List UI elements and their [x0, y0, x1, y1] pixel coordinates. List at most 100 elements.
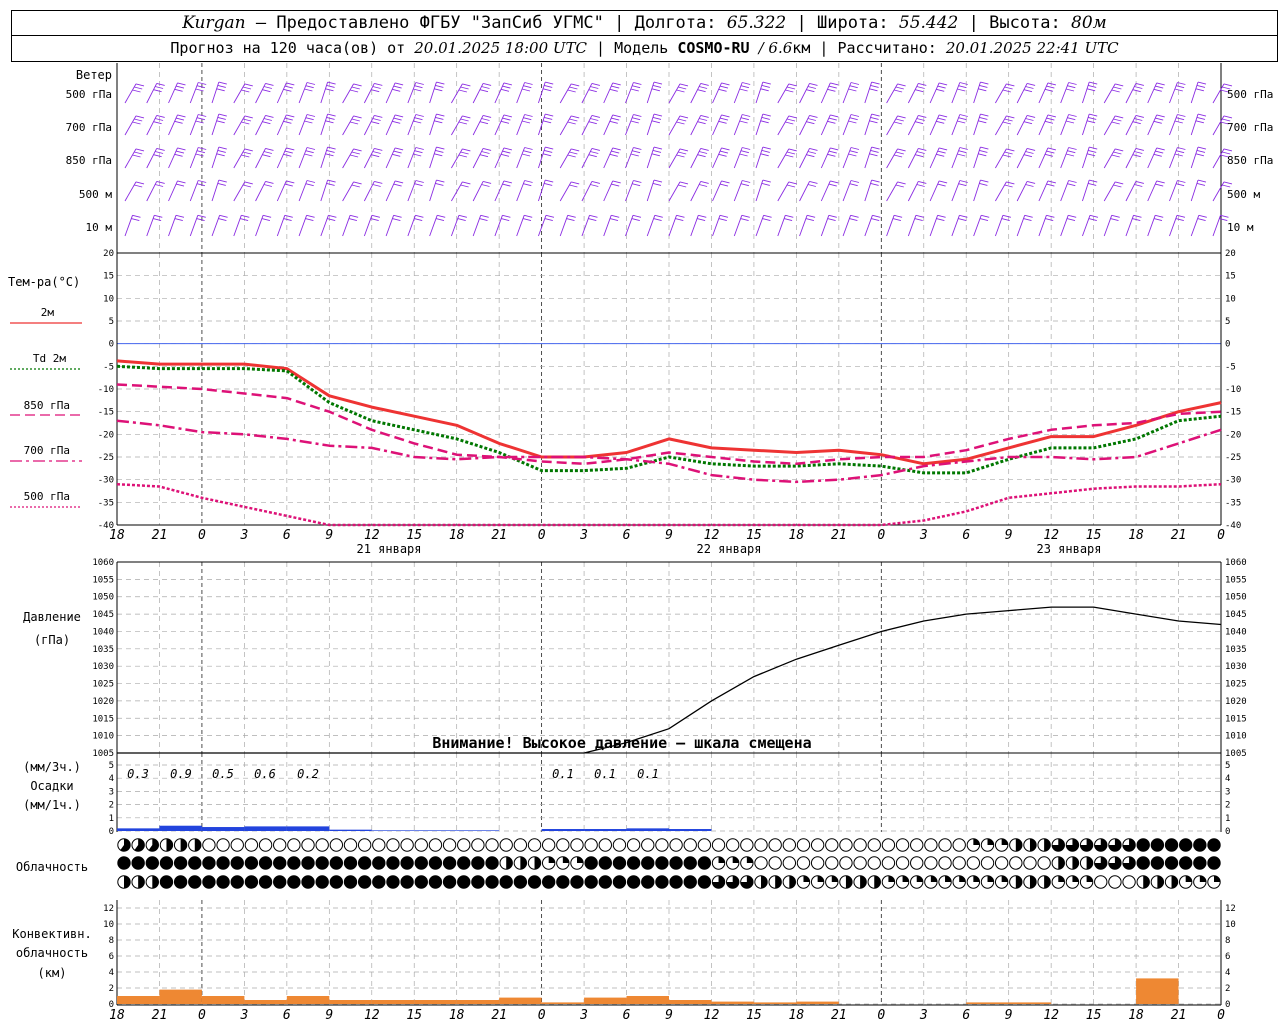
convective-tick-label: 6 — [109, 952, 114, 962]
wind-barb-feather — [828, 183, 837, 187]
cloud-fill-partial — [718, 856, 725, 863]
wind-barb-feather — [1197, 146, 1207, 150]
wind-barb-feather — [242, 86, 252, 90]
cloud-fill-full — [415, 856, 428, 870]
wind-barb-feather — [786, 118, 796, 122]
wind-barb-feather — [698, 86, 708, 89]
wind-barb-feather — [545, 146, 554, 150]
wind-barb-feather — [415, 214, 424, 218]
wind-barb-feather — [936, 88, 945, 92]
wind-barb-feather — [700, 147, 709, 151]
wind-barb-feather — [678, 118, 687, 122]
wind-barb-feather — [435, 182, 444, 186]
wind-barb-feather — [135, 83, 145, 87]
pressure-tick-label-right: 1060 — [1225, 558, 1247, 568]
wind-barb-feather — [523, 183, 532, 187]
wind-barb-feather — [152, 218, 162, 222]
wind-barb-feather — [1025, 151, 1034, 154]
wind-barb-feather — [177, 147, 186, 151]
wind-barb-feather — [481, 118, 490, 121]
wind-barb-feather — [1089, 113, 1098, 117]
wind-barb-feather — [762, 146, 771, 150]
wind-barb-feather — [263, 184, 273, 187]
wind-barb-feather — [1086, 88, 1096, 92]
pressure-tick-label: 1030 — [92, 662, 114, 672]
wind-barb-feather — [1025, 184, 1034, 187]
wind-barb-feather — [392, 88, 401, 92]
wind-barb — [1190, 113, 1199, 136]
cloud-fill-full — [599, 875, 612, 889]
cloud-fill-full — [429, 875, 442, 889]
cloud-fill-full — [669, 875, 683, 889]
wind-barb-feather — [1153, 153, 1162, 157]
wind-barb-feather — [697, 89, 706, 93]
precip-total-label: 0.2 — [297, 767, 319, 781]
hour-label-bottom: 21 — [1171, 1008, 1187, 1023]
cloud-fill-partial — [973, 875, 980, 882]
precip-bar — [414, 830, 457, 831]
wind-barb-feather — [305, 150, 314, 154]
wind-barb — [429, 113, 437, 136]
cloud-fill-partial — [1086, 875, 1093, 882]
hour-label-top: 21 — [152, 528, 168, 543]
wind-barb-feather — [542, 153, 552, 157]
cloud-circle — [626, 838, 641, 852]
temperature-tick-label-right: -5 — [1225, 362, 1236, 372]
wind-barb-feather — [156, 180, 165, 184]
wind-barb-feather — [1006, 148, 1015, 152]
precip-bar — [371, 830, 415, 831]
wind-barb-feather — [460, 118, 469, 122]
cloud-fill-full — [415, 875, 428, 889]
wind-barb-feather — [788, 115, 797, 119]
wind-barb — [1190, 81, 1199, 104]
hour-label-bottom: 15 — [406, 1008, 422, 1023]
hour-label-bottom: 12 — [364, 1008, 380, 1023]
wind-barb-feather — [1088, 218, 1097, 222]
wind-barb-feather — [566, 218, 575, 222]
convective-bar — [117, 996, 160, 1004]
cloud-fill-full — [131, 856, 145, 870]
cloud-circle — [541, 838, 556, 852]
wind-barb-feather — [265, 180, 274, 184]
wind-barb-feather — [156, 114, 165, 118]
wind-barb-feather — [414, 218, 423, 222]
wind-barb-feather — [590, 184, 599, 187]
cloud-fill-partial — [1143, 875, 1150, 889]
wind-barb-feather — [524, 180, 533, 183]
wind-barb-feather — [653, 81, 663, 85]
cloud-fill-full — [330, 875, 343, 889]
wind-barb — [1082, 113, 1090, 136]
wind-barb — [755, 146, 764, 169]
wind-level-10m: 10 м — [86, 221, 113, 234]
wind-barb-feather — [1198, 214, 1207, 218]
wind-barb-feather — [1023, 121, 1033, 125]
wind-barb-feather — [938, 180, 948, 184]
wind-barb-feather — [284, 183, 293, 187]
wind-barb-feather — [1111, 214, 1120, 218]
wind-barb-feather — [827, 153, 836, 157]
wind-barb-feather — [1111, 121, 1120, 125]
wind-barb-feather — [372, 151, 381, 154]
cloud-fill-partial — [1072, 856, 1079, 870]
cloud-fill-partial — [1086, 856, 1093, 870]
cloud-circle — [216, 838, 230, 852]
cloud-fill-full — [669, 856, 683, 870]
wind-barb-feather — [1025, 118, 1034, 121]
cloud-fill-partial — [803, 875, 810, 882]
wind-barb-feather — [652, 116, 662, 120]
wind-barb-feather — [612, 147, 621, 151]
cloud-circle — [867, 838, 881, 852]
wind-barb-feather — [788, 181, 797, 185]
wind-barb-feather — [936, 120, 945, 124]
cloud-circle — [1122, 875, 1136, 889]
wind-barb-feather — [521, 88, 531, 92]
cloud-circle — [839, 856, 853, 870]
wind-barb — [646, 179, 655, 202]
wind-barb-feather — [326, 84, 335, 88]
wind-barb-feather — [1006, 115, 1015, 119]
cloud-fill-full — [1207, 856, 1221, 870]
wind-barb-feather — [893, 214, 903, 218]
wind-barb-feather — [718, 88, 727, 92]
pressure-tick-label-right: 1055 — [1225, 575, 1247, 585]
wind-barb-feather — [219, 214, 228, 218]
